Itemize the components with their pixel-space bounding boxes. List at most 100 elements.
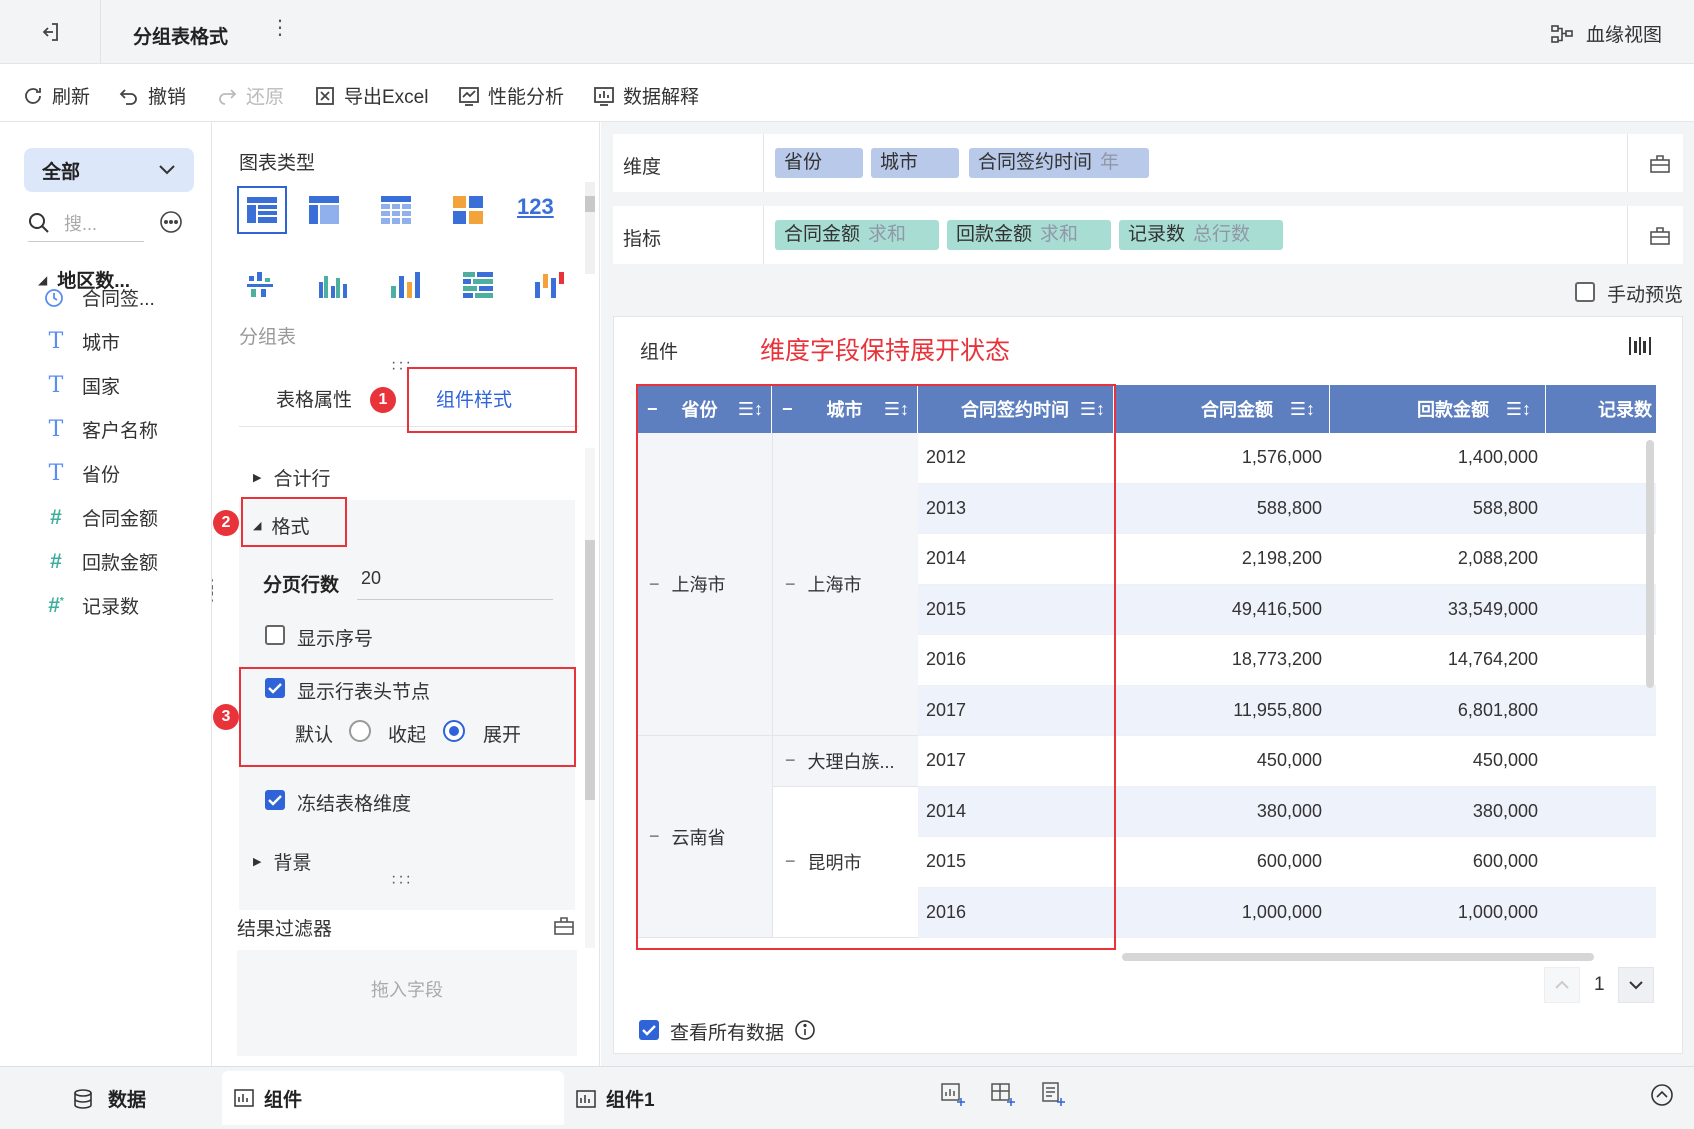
cell-text: 588,800 <box>1256 497 1322 518</box>
caret-right-icon: ▶ <box>253 856 262 868</box>
measure-pill-contract-amount[interactable]: 合同金额 求和 <box>775 220 939 250</box>
field-item[interactable]: 合同签... <box>44 284 155 311</box>
cell-text: 1,576,000 <box>1241 447 1322 467</box>
lineage-view-button[interactable]: 血缘视图 <box>1550 20 1662 47</box>
tab-component[interactable]: 组件 <box>222 1071 564 1125</box>
column-header-record-count[interactable]: 记录数 <box>1546 385 1656 433</box>
field-item[interactable]: # 回款金额 <box>44 548 158 575</box>
view-all-data-label: 查看所有数据 <box>670 1023 785 1044</box>
dimension-pill-sign-date[interactable]: 合同签约时间年 <box>969 148 1149 178</box>
waterfall-chart-icon[interactable] <box>535 272 565 298</box>
scatter-bar-chart-icon[interactable] <box>247 272 273 298</box>
number-chart-icon[interactable]: 123 <box>517 194 554 220</box>
grouped-bar-chart-icon[interactable] <box>319 272 349 298</box>
performance-button[interactable]: 性能分析 <box>458 82 564 109</box>
cell-text: 33,549,000 <box>1447 598 1538 619</box>
table-vertical-scrollbar[interactable] <box>1646 440 1654 688</box>
add-report-icon[interactable] <box>1040 1081 1066 1107</box>
measure-label: 指标 <box>623 229 662 250</box>
undo-icon <box>118 85 148 107</box>
scrollbar-thumb[interactable] <box>585 196 595 212</box>
cell-text: 588,800 <box>1472 497 1538 518</box>
view-all-data-checkbox[interactable] <box>639 1020 659 1040</box>
search-box[interactable]: 搜... <box>28 204 144 242</box>
export-excel-button[interactable]: 导出Excel <box>314 82 428 109</box>
undo-button[interactable]: 撤销 <box>118 82 186 109</box>
refresh-button[interactable]: 刷新 <box>22 82 90 109</box>
lineage-icon <box>1550 23 1574 45</box>
filter-drop-zone[interactable]: 拖入字段 <box>237 950 577 1056</box>
more-icon[interactable]: ⋮ <box>270 18 290 38</box>
toolbar: 刷新 撤销 还原 导出Excel 性能分析 数据解释 <box>0 64 1694 122</box>
sort-icon[interactable]: ☰↕ <box>1290 399 1315 420</box>
kpi-card-chart-icon[interactable] <box>453 196 483 224</box>
collapse-panel-icon[interactable] <box>1650 1083 1674 1107</box>
cell-text: 380,000 <box>1256 800 1322 821</box>
pill-sub: 总行数 <box>1193 224 1251 245</box>
dimension-settings-icon[interactable] <box>1649 152 1671 174</box>
field-item[interactable]: T 客户名称 <box>44 416 158 443</box>
field-item[interactable]: #* 记录数 <box>44 592 139 619</box>
scope-dropdown[interactable]: 全部 <box>24 148 194 192</box>
column-header-contract-amount[interactable]: 合同金额 ☰↕ <box>1114 385 1330 433</box>
more-options-icon[interactable] <box>159 210 183 234</box>
data-explain-button[interactable]: 数据解释 <box>593 82 699 109</box>
next-page-button[interactable] <box>1618 967 1654 1003</box>
number-type-icon: # <box>50 549 62 573</box>
manual-preview-checkbox[interactable] <box>1575 282 1595 302</box>
field-item[interactable]: T 国家 <box>44 372 120 399</box>
add-component-icon[interactable] <box>940 1081 966 1107</box>
exit-icon[interactable] <box>38 20 62 44</box>
grouped-table-chart-icon[interactable] <box>237 186 287 234</box>
drag-handle-icon[interactable]: ··· ··· <box>391 869 413 891</box>
divider <box>763 134 764 192</box>
data-field-panel: 全部 搜... ◢ 地区数... 合同签... T 城市 T 国家 T 客户名称 T 省份 # 合同… <box>0 122 222 1066</box>
highlight-box-row-header <box>239 667 576 767</box>
text-type-icon: T <box>48 373 64 398</box>
tab-component-1[interactable]: 组件1 <box>576 1085 655 1112</box>
result-filter-label: 结果过滤器 <box>237 919 333 940</box>
horizontal-bar-chart-icon[interactable] <box>463 272 493 298</box>
contract-amount-cell: 1,000,000 <box>1114 902 1322 923</box>
pivot-table-chart-icon[interactable] <box>309 196 339 224</box>
measure-settings-icon[interactable] <box>1649 224 1671 246</box>
field-item[interactable]: T 省份 <box>44 460 120 487</box>
dimension-pill-city[interactable]: 城市 <box>871 148 959 178</box>
detail-table-chart-icon[interactable] <box>381 196 411 224</box>
data-tab-label: 数据 <box>108 1090 147 1111</box>
caret-right-icon: ▶ <box>253 472 262 484</box>
add-dashboard-icon[interactable] <box>990 1081 1016 1107</box>
data-tab[interactable]: 数据 <box>72 1085 146 1112</box>
section-background[interactable]: ▶ 背景 <box>253 848 311 875</box>
column-chart-icon[interactable] <box>391 272 421 298</box>
column-header-payment-amount[interactable]: 回款金额 ☰↕ <box>1330 385 1546 433</box>
show-seq-checkbox[interactable] <box>265 625 285 645</box>
field-item[interactable]: # 合同金额 <box>44 504 158 531</box>
payment-amount-cell: 2,088,200 <box>1330 548 1538 569</box>
filter-settings-icon[interactable] <box>553 914 575 936</box>
measure-pill-record-count[interactable]: 记录数 总行数 <box>1119 220 1283 250</box>
section-total-row[interactable]: ▶ 合计行 <box>253 464 330 491</box>
payment-amount-cell: 1,000,000 <box>1330 902 1538 923</box>
info-icon[interactable] <box>794 1019 816 1041</box>
page-rows-value: 20 <box>361 568 382 588</box>
undo-label: 撤销 <box>148 87 187 108</box>
settings-scrollbar[interactable] <box>585 448 595 948</box>
page-rows-input[interactable]: 20 <box>357 562 553 600</box>
freeze-dimension-checkbox[interactable] <box>265 790 285 810</box>
field-label: 回款金额 <box>82 553 159 574</box>
cell-text: 14,764,200 <box>1447 649 1538 669</box>
redo-button[interactable]: 还原 <box>216 82 284 109</box>
contract-amount-cell: 11,955,800 <box>1114 700 1322 721</box>
chart-list-scrollbar[interactable] <box>585 182 595 274</box>
field-item[interactable]: T 城市 <box>44 328 120 355</box>
tab-table-properties[interactable]: 表格属性 <box>239 370 389 426</box>
prev-page-button[interactable] <box>1544 967 1580 1003</box>
measure-pill-payment-amount[interactable]: 回款金额 求和 <box>947 220 1111 250</box>
chart-style-icon[interactable] <box>1628 335 1652 357</box>
dimension-pill-province[interactable]: 省份 <box>775 148 863 178</box>
table-horizontal-scrollbar[interactable] <box>1122 953 1594 961</box>
pill-sub: 求和 <box>868 224 907 245</box>
sort-icon[interactable]: ☰↕ <box>1506 399 1531 420</box>
scrollbar-thumb[interactable] <box>585 540 595 800</box>
